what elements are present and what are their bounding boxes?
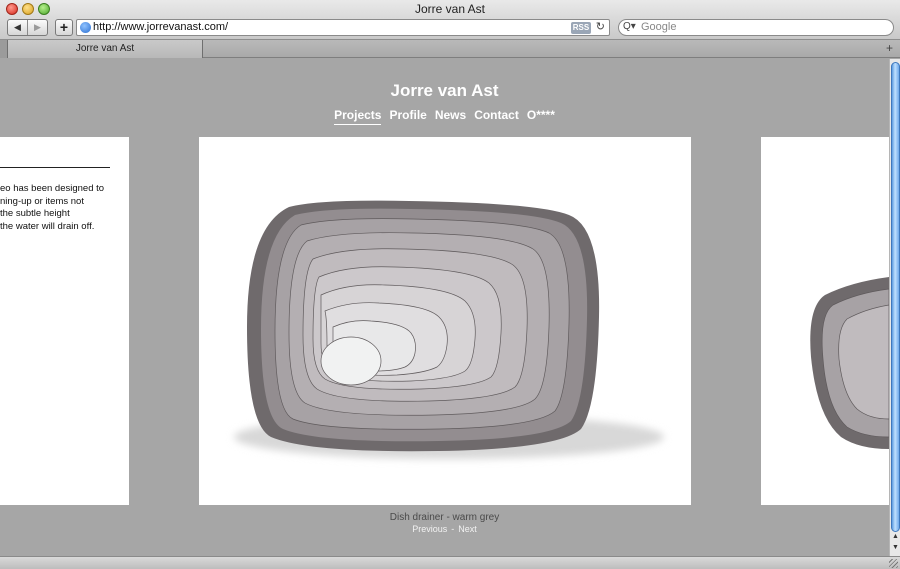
image-pager: Previous - Next [0, 524, 889, 534]
site-menu: Projects Profile News Contact O**** [0, 108, 889, 125]
next-project-preview[interactable] [761, 137, 889, 505]
menu-item-profile[interactable]: Profile [389, 108, 426, 125]
vertical-scrollbar[interactable]: ▲ ▼ [889, 59, 900, 556]
search-icon[interactable]: Q▾ [623, 21, 636, 32]
divider [0, 167, 110, 168]
browser-window: Jorre van Ast ◀ ▶ + http://www.jorrevana… [0, 0, 900, 569]
menu-item-projects[interactable]: Projects [334, 108, 382, 125]
new-tab-button[interactable]: + [886, 41, 893, 55]
scrollbar-thumb[interactable] [891, 62, 900, 532]
description-line: the water will drain off. [0, 220, 95, 232]
previous-link[interactable]: Previous [412, 524, 447, 534]
menu-item-contact[interactable]: Contact [474, 108, 519, 125]
menu-item-news[interactable]: News [435, 108, 466, 125]
tab-jorre-van-ast[interactable]: Jorre van Ast [8, 40, 203, 58]
add-bookmark-button[interactable]: + [55, 19, 73, 36]
globe-icon [80, 22, 91, 33]
next-link[interactable]: Next [458, 524, 477, 534]
drainer-center [320, 336, 382, 386]
site-title[interactable]: Jorre van Ast [0, 81, 889, 101]
scroll-up-arrow-icon[interactable]: ▲ [892, 533, 899, 540]
resize-grip-icon[interactable] [889, 559, 898, 568]
address-bar[interactable]: http://www.jorrevanast.com/ RSS ↻ [76, 19, 610, 36]
window-title: Jorre van Ast [414, 2, 486, 16]
project-description: eo has been designed to ning-up or items… [0, 183, 110, 233]
forward-button[interactable]: ▶ [27, 20, 47, 35]
search-placeholder: Google [641, 21, 677, 33]
menu-item-other[interactable]: O**** [527, 108, 555, 125]
rss-button[interactable]: RSS [571, 22, 591, 34]
pager-separator: - [451, 524, 455, 534]
reload-icon[interactable]: ↻ [596, 20, 605, 33]
back-button[interactable]: ◀ [8, 20, 27, 35]
status-bar [0, 556, 900, 569]
tab-bar: Jorre van Ast + [0, 40, 900, 58]
history-buttons: ◀ ▶ [7, 19, 48, 36]
tab-stub [0, 40, 8, 58]
project-description-panel: eo has been designed to ning-up or items… [0, 137, 129, 505]
web-page: Jorre van Ast Projects Profile News Cont… [0, 59, 889, 556]
description-line: eo has been designed to [0, 183, 105, 194]
project-image[interactable] [199, 137, 691, 505]
scroll-down-arrow-icon[interactable]: ▼ [892, 544, 899, 551]
address-url[interactable]: http://www.jorrevanast.com/ [93, 21, 228, 33]
dish-drainer-image [234, 200, 664, 459]
search-field[interactable]: Q▾ Google [618, 19, 894, 36]
image-caption: Dish drainer - warm grey [389, 512, 500, 523]
description-line: the subtle height [0, 208, 70, 219]
description-line: ning-up or items not [0, 195, 84, 207]
browser-toolbar: Jorre van Ast ◀ ▶ + http://www.jorrevana… [0, 0, 900, 40]
next-project-image [810, 277, 889, 449]
